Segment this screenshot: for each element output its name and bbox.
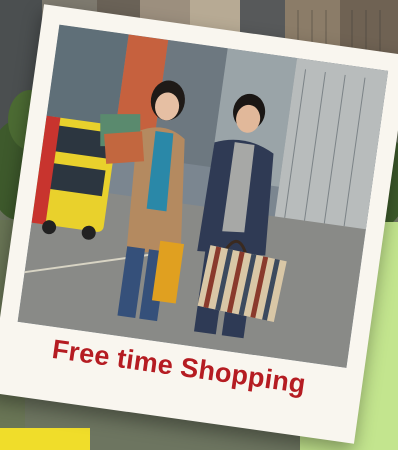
shopping-couple-photo [17, 24, 389, 368]
polaroid-card: Free time Shopping [0, 4, 398, 444]
street-scene [17, 24, 389, 368]
scene: Free time Shopping [0, 0, 398, 450]
yellow-accent-strip [0, 428, 90, 450]
